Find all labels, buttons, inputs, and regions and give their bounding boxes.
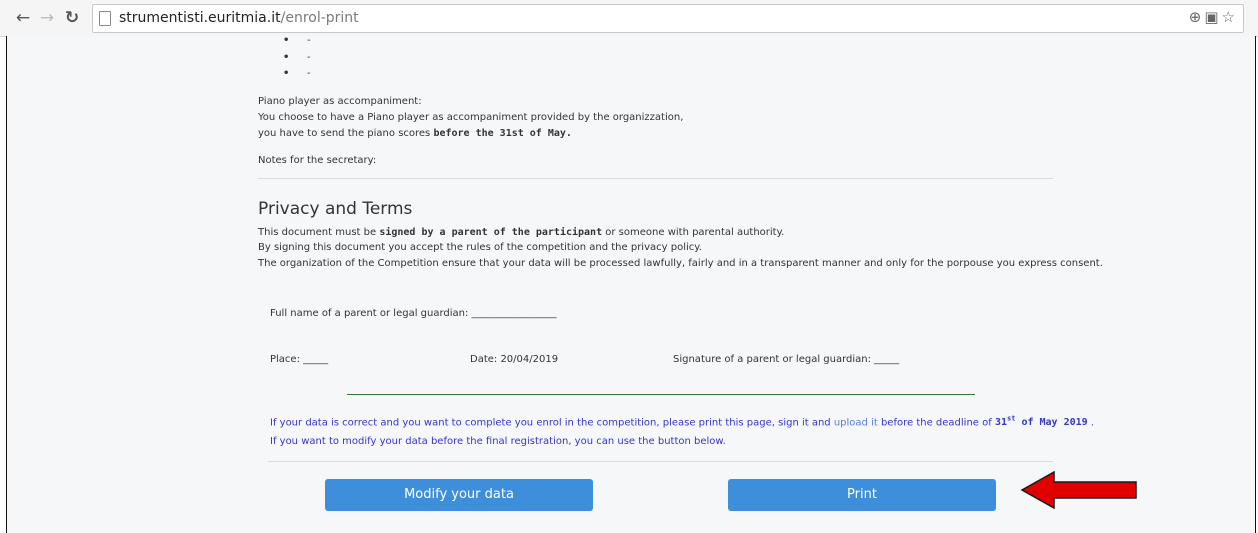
page-icon [99, 11, 111, 26]
page-border-left [6, 36, 7, 533]
privacy-line2: By signing this document you accept the … [258, 242, 702, 253]
list-item: • - [283, 52, 311, 63]
date-field: Date: 20/04/2019 [470, 354, 559, 365]
page-border-right [1255, 36, 1256, 533]
deadline: 31st of May 2019 [994, 415, 1088, 429]
divider [258, 178, 1053, 179]
address-bar[interactable]: strumentisti.euritmia.it/enrol-print ⊕ ▣ ☆ [92, 4, 1244, 33]
back-icon[interactable]: ← [12, 8, 34, 28]
forward-icon[interactable]: → [36, 8, 58, 28]
instructions-line2: If you want to modify your data before t… [270, 436, 726, 447]
annotation-arrow-icon [1020, 470, 1137, 510]
upload-link[interactable]: upload it [834, 417, 878, 428]
modify-data-button[interactable]: Modify your data [325, 479, 593, 511]
privacy-line1: This document must be signed by a parent… [258, 227, 785, 238]
url-text[interactable]: strumentisti.euritmia.it/enrol-print [119, 10, 359, 26]
bookmark-star-icon[interactable]: ☆ [1222, 8, 1235, 26]
list-item: • - [283, 68, 311, 79]
privacy-title: Privacy and Terms [258, 199, 413, 219]
piano-deadline: before the 31st of May. [433, 128, 572, 139]
divider [268, 461, 1053, 462]
separator-line [347, 394, 975, 395]
omnibox-actions: ⊕ ▣ ☆ [1186, 8, 1235, 26]
url-path: /enrol-print [280, 10, 359, 26]
browser-toolbar: ← → ↻ strumentisti.euritmia.it/enrol-pri… [0, 0, 1258, 37]
reload-icon[interactable]: ↻ [61, 8, 83, 28]
zoom-icon[interactable]: ⊕ [1189, 8, 1202, 26]
url-host: strumentisti.euritmia.it [119, 10, 281, 26]
piano-line2: you have to send the piano scores before… [258, 128, 572, 139]
privacy-line3: The organization of the Competition ensu… [258, 258, 1103, 269]
translate-icon[interactable]: ▣ [1204, 8, 1218, 26]
list-item: • - [283, 35, 311, 46]
instructions-line1: If your data is correct and you want to … [270, 415, 1095, 429]
place-field: Place: _____ [270, 354, 329, 365]
piano-heading: Piano player as accompaniment: [258, 96, 422, 107]
print-button[interactable]: Print [728, 479, 996, 511]
privacy-signed-by: signed by a parent of the participant [379, 227, 603, 238]
piano-line1: You choose to have a Piano player as acc… [258, 112, 684, 123]
signature-field: Signature of a parent or legal guardian:… [673, 354, 900, 365]
guardian-name-field: Full name of a parent or legal guardian:… [270, 308, 557, 319]
notes-label: Notes for the secretary: [258, 155, 377, 166]
